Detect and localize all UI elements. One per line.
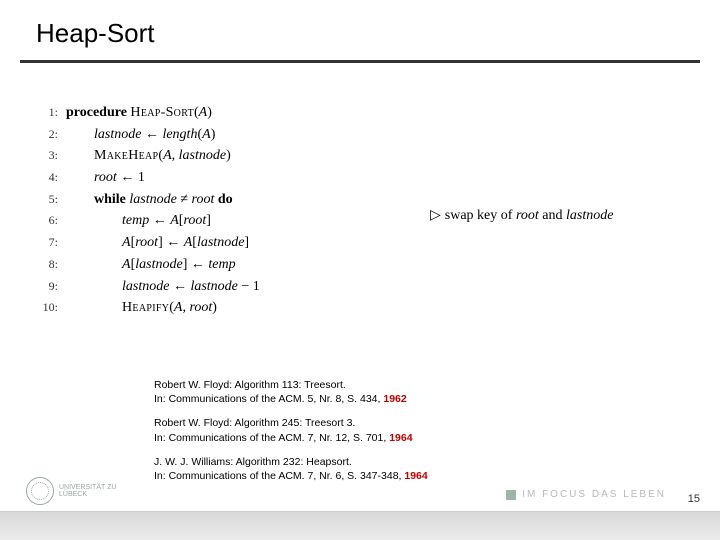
- line-number: 1:: [34, 103, 66, 122]
- reference-title: J. W. J. Williams: Algorithm 232: Heapso…: [154, 455, 428, 469]
- code-text: root ← 1: [66, 167, 145, 189]
- code-text: temp ← A[root]: [66, 210, 211, 232]
- code-text: MakeHeap(A, lastnode): [66, 145, 231, 167]
- algorithm-line: 9:lastnode ← lastnode − 1: [34, 276, 260, 298]
- algorithm-comment: ▷ swap key of root and lastnode: [430, 207, 613, 224]
- page-number: 15: [688, 493, 700, 505]
- code-text: while lastnode ≠ root do: [66, 189, 233, 211]
- line-number: 8:: [34, 255, 66, 274]
- reference-year: 1962: [383, 393, 406, 405]
- code-text: procedure Heap-Sort(A): [66, 102, 212, 124]
- code-text: A[lastnode] ← temp: [66, 254, 236, 276]
- brand-square-icon: [506, 490, 516, 500]
- footer-brand: IM FOCUS DAS LEBEN: [506, 489, 666, 500]
- reference-year: 1964: [389, 432, 412, 444]
- algorithm-line: 8:A[lastnode] ← temp: [34, 254, 260, 276]
- title-divider: [20, 60, 700, 63]
- reference-year: 1964: [404, 470, 427, 482]
- algorithm-line: 2:lastnode ← length(A): [34, 124, 260, 146]
- line-number: 4:: [34, 168, 66, 187]
- code-text: lastnode ← length(A): [66, 124, 215, 146]
- reference-title: Robert W. Floyd: Algorithm 113: Treesort…: [154, 378, 428, 392]
- algorithm-line: 1:procedure Heap-Sort(A): [34, 102, 260, 124]
- line-number: 5:: [34, 190, 66, 209]
- reference: J. W. J. Williams: Algorithm 232: Heapso…: [154, 455, 428, 483]
- seal-icon: [26, 477, 54, 505]
- line-number: 3:: [34, 146, 66, 165]
- line-number: 9:: [34, 277, 66, 296]
- reference: Robert W. Floyd: Algorithm 113: Treesort…: [154, 378, 428, 406]
- algorithm-line: 5:while lastnode ≠ root do: [34, 189, 260, 211]
- comment-marker-icon: ▷: [430, 207, 441, 224]
- footer-brand-text: IM FOCUS DAS LEBEN: [522, 489, 666, 500]
- line-number: 7:: [34, 233, 66, 252]
- comment-text: swap key of root and lastnode: [445, 208, 614, 223]
- reference: Robert W. Floyd: Algorithm 245: Treesort…: [154, 416, 428, 444]
- code-text: lastnode ← lastnode − 1: [66, 276, 260, 298]
- reference-title: Robert W. Floyd: Algorithm 245: Treesort…: [154, 416, 428, 430]
- algorithm-block: 1:procedure Heap-Sort(A)2:lastnode ← len…: [34, 102, 260, 319]
- line-number: 10:: [34, 298, 66, 317]
- algorithm-line: 4:root ← 1: [34, 167, 260, 189]
- university-logo: UNIVERSITÄT ZU LÜBECK: [26, 476, 136, 506]
- algorithm-line: 3:MakeHeap(A, lastnode): [34, 145, 260, 167]
- algorithm-line: 7:A[root] ← A[lastnode]: [34, 232, 260, 254]
- reference-source: In: Communications of the ACM. 5, Nr. 8,…: [154, 392, 428, 406]
- reference-source: In: Communications of the ACM. 7, Nr. 12…: [154, 431, 428, 445]
- footer-bar: [0, 511, 720, 540]
- reference-source: In: Communications of the ACM. 7, Nr. 6,…: [154, 469, 428, 483]
- algorithm-line: 6:temp ← A[root]: [34, 210, 260, 232]
- code-text: A[root] ← A[lastnode]: [66, 232, 249, 254]
- algorithm-line: 10:Heapify(A, root): [34, 297, 260, 319]
- code-text: Heapify(A, root): [66, 297, 217, 319]
- slide: Heap-Sort 1:procedure Heap-Sort(A)2:last…: [0, 0, 720, 540]
- line-number: 2:: [34, 125, 66, 144]
- line-number: 6:: [34, 211, 66, 230]
- slide-title: Heap-Sort: [36, 18, 155, 49]
- university-logo-text: UNIVERSITÄT ZU LÜBECK: [59, 484, 136, 498]
- references-block: Robert W. Floyd: Algorithm 113: Treesort…: [154, 378, 428, 493]
